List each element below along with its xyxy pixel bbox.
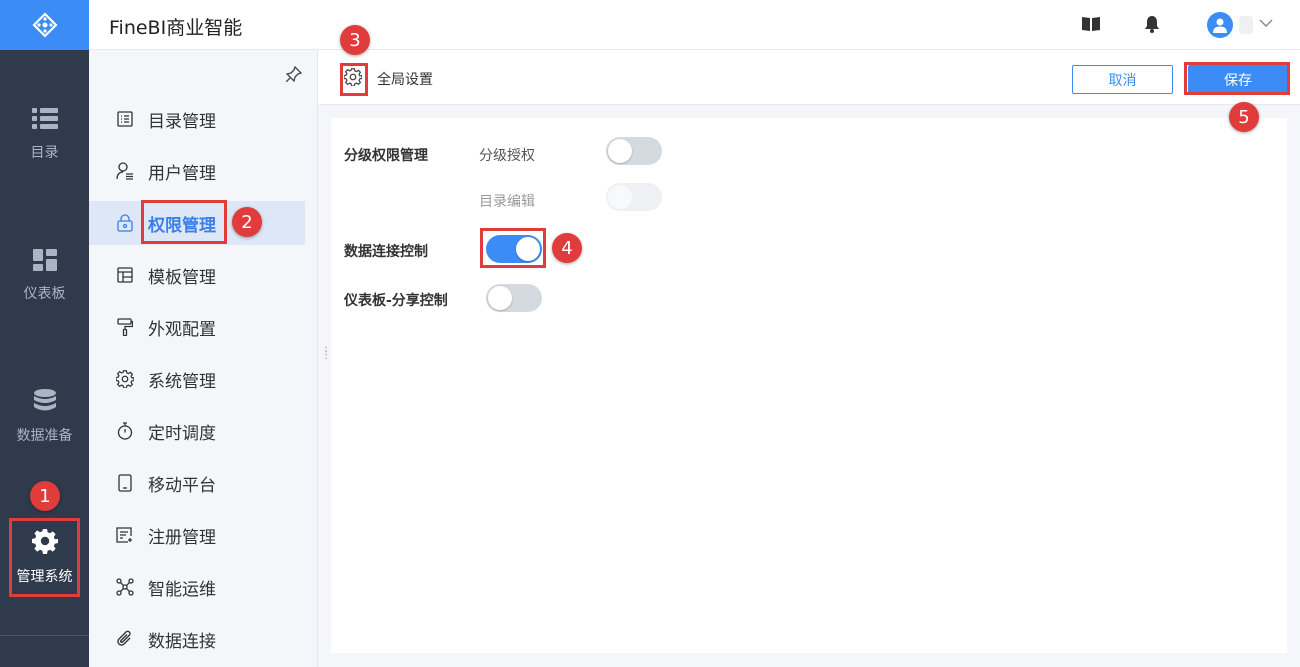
sidebar-item-label: 用户管理: [148, 163, 216, 184]
hierarchy-permission-label: 分级权限管理: [344, 148, 428, 164]
dashboard-share-control-label: 仪表板-分享控制: [344, 293, 448, 309]
catalog-edit-toggle[interactable]: [606, 183, 662, 211]
sidebar-item-permissions[interactable]: 权限管理: [89, 201, 305, 245]
sidebar-item-label: 权限管理: [148, 215, 216, 236]
sidebar-item-label: 系统管理: [148, 371, 216, 392]
paperclip-icon: [115, 630, 135, 648]
dashboard-share-control-toggle[interactable]: [486, 284, 542, 312]
sidebar-item-ops[interactable]: 智能运维: [89, 565, 305, 609]
sidebar-item-label: 目录管理: [148, 111, 216, 132]
bell-icon[interactable]: [1145, 16, 1159, 33]
annotation-badge: 1: [30, 481, 60, 511]
username-placeholder[interactable]: [1239, 16, 1253, 34]
global-settings-button[interactable]: [342, 66, 364, 88]
rail-item-management[interactable]: 管理系统: [0, 528, 89, 586]
user-icon: [115, 162, 135, 180]
rail-item-label: 管理系统: [16, 569, 73, 585]
left-rail: 目录 仪表板 数据准备 管理系统: [0, 0, 89, 667]
sidebar-item-scheduling[interactable]: 定时调度: [89, 409, 305, 453]
sidebar-item-catalog[interactable]: 目录管理: [89, 97, 305, 141]
pin-icon[interactable]: [286, 66, 302, 82]
cancel-button[interactable]: 取消: [1072, 65, 1173, 94]
toggle-knob: [608, 185, 632, 209]
rail-item-dashboard[interactable]: 仪表板: [0, 249, 89, 303]
annotation-badge: 4: [552, 233, 582, 263]
settings-panel: 分级权限管理 分级授权 目录编辑 数据连接控制 仪表板-分享控制: [331, 118, 1287, 653]
hierarchy-auth-label: 分级授权: [479, 148, 535, 164]
chevron-down-icon[interactable]: [1259, 18, 1273, 28]
toggle-knob: [608, 139, 632, 163]
data-connection-control-toggle[interactable]: [486, 235, 542, 263]
settings-icon: [115, 370, 135, 388]
dashboard-icon: [32, 249, 57, 271]
page-title: 全局设置: [377, 72, 433, 88]
database-icon: [33, 389, 56, 411]
user-avatar-icon: [1213, 18, 1227, 33]
logo[interactable]: [0, 0, 89, 50]
rail-item-label: 目录: [30, 145, 59, 161]
sidebar-item-label: 外观配置: [148, 319, 216, 340]
sidebar-item-label: 模板管理: [148, 267, 216, 288]
template-icon: [115, 267, 135, 283]
tablet-icon: [115, 474, 135, 492]
sidebar-item-label: 数据连接: [148, 631, 216, 652]
sidebar-item-templates[interactable]: 模板管理: [89, 253, 305, 297]
stopwatch-icon: [115, 422, 135, 440]
gear-icon: [31, 529, 58, 554]
sidebar-item-system[interactable]: 系统管理: [89, 357, 305, 401]
resize-handle[interactable]: ⋮ ⋮: [321, 347, 331, 366]
sidebar-item-label: 注册管理: [148, 527, 216, 548]
register-icon: [115, 527, 135, 543]
network-icon: [115, 578, 135, 596]
sidebar-item-registration[interactable]: 注册管理: [89, 513, 305, 557]
save-button[interactable]: 保存: [1188, 65, 1288, 94]
top-bar: FineBI商业智能: [89, 0, 1300, 50]
sidebar-item-users[interactable]: 用户管理: [89, 149, 305, 193]
annotation-badge: 2: [232, 207, 262, 237]
paint-roller-icon: [115, 318, 135, 336]
sidebar-item-mobile[interactable]: 移动平台: [89, 461, 305, 505]
sidebar-item-label: 智能运维: [148, 579, 216, 600]
annotation-badge: 5: [1229, 102, 1259, 132]
sidebar-item-label: 移动平台: [148, 475, 216, 496]
toggle-knob: [516, 237, 540, 261]
sidebar-item-label: 定时调度: [148, 423, 216, 444]
data-connection-control-label: 数据连接控制: [344, 244, 428, 260]
rail-item-label: 仪表板: [23, 286, 66, 302]
settings-icon: [344, 68, 362, 86]
toggle-knob: [488, 286, 512, 310]
rail-item-catalog[interactable]: 目录: [0, 108, 89, 162]
annotation-badge: 3: [340, 25, 370, 55]
rail-item-data-prep[interactable]: 数据准备: [0, 389, 89, 445]
management-sidebar: 目录管理 用户管理 权限管理 模板管理 外观配置 系统管理 定时调度 移动平台 …: [89, 50, 318, 667]
lock-icon: [115, 214, 135, 232]
divider: [0, 635, 89, 636]
rail-item-label: 数据准备: [16, 428, 73, 444]
hierarchy-auth-toggle[interactable]: [606, 137, 662, 165]
avatar[interactable]: [1207, 12, 1233, 38]
list-icon: [31, 108, 58, 129]
logo-icon: [31, 12, 58, 38]
sidebar-item-appearance[interactable]: 外观配置: [89, 305, 305, 349]
book-icon[interactable]: [1082, 16, 1100, 32]
catalog-edit-label: 目录编辑: [479, 194, 535, 210]
content-header: 全局设置 取消 保存: [318, 50, 1300, 105]
app-title: FineBI商业智能: [109, 17, 243, 39]
sidebar-item-data-connection[interactable]: 数据连接: [89, 617, 305, 661]
catalog-icon: [115, 111, 135, 127]
